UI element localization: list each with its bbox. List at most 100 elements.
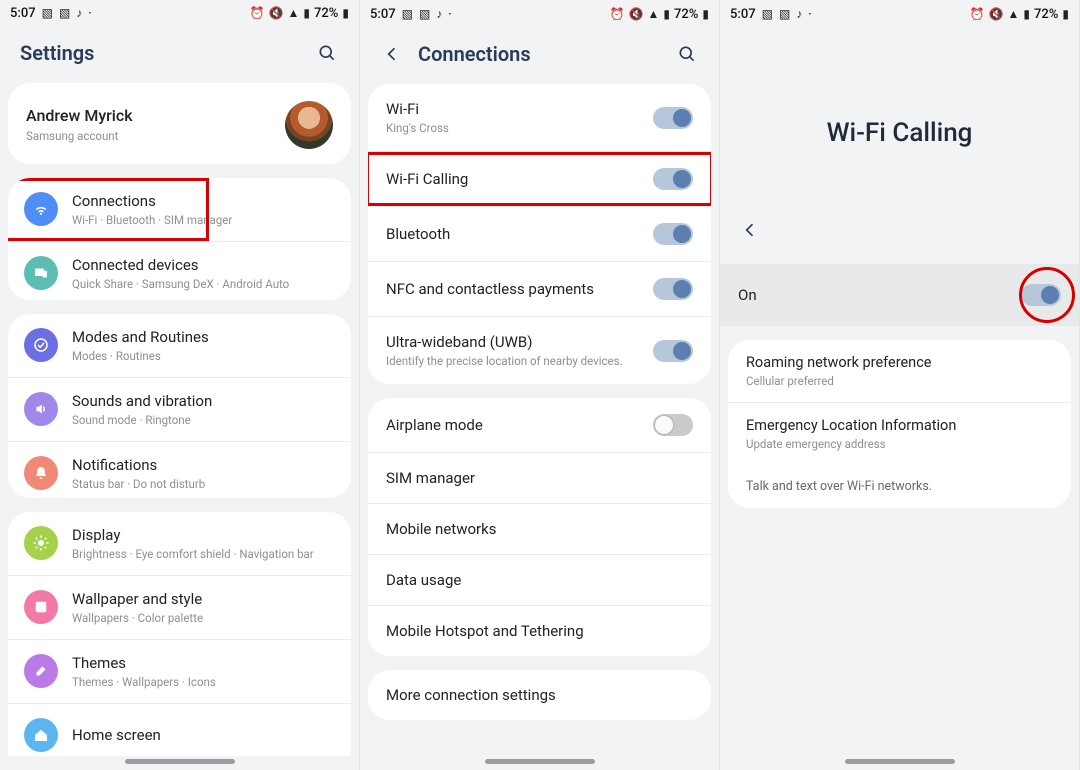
settings-group-2: Modes and Routines Modes · Routines Soun… bbox=[8, 314, 351, 498]
row-title: More connection settings bbox=[386, 686, 693, 704]
gesture-bar[interactable] bbox=[845, 759, 955, 764]
status-bar: 5:07 ▧ ▧ ♪ · ⏰ 🔇 ▲ ▮ 72% ▮ bbox=[720, 0, 1079, 28]
row-title: Connected devices bbox=[72, 256, 335, 274]
row-title: NFC and contactless payments bbox=[386, 280, 639, 298]
dot-icon: · bbox=[88, 6, 91, 20]
account-card[interactable]: Andrew Myrick Samsung account bbox=[8, 83, 351, 164]
search-icon bbox=[677, 44, 697, 64]
row-title: Home screen bbox=[72, 726, 335, 744]
row-emergency-location[interactable]: Emergency Location Information Update em… bbox=[728, 402, 1071, 465]
master-toggle-row[interactable]: On bbox=[720, 264, 1079, 326]
status-time: 5:07 bbox=[10, 6, 36, 21]
back-button[interactable] bbox=[738, 218, 762, 242]
bell-icon bbox=[24, 456, 58, 490]
search-button[interactable] bbox=[315, 41, 339, 65]
search-button[interactable] bbox=[675, 42, 699, 66]
page-title: Settings bbox=[20, 41, 94, 65]
settings-header: Settings bbox=[0, 27, 359, 83]
row-modes[interactable]: Modes and Routines Modes · Routines bbox=[8, 314, 351, 377]
on-label: On bbox=[738, 286, 1021, 304]
row-themes[interactable]: Themes Themes · Wallpapers · Icons bbox=[8, 639, 351, 703]
row-sub: Quick Share · Samsung DeX · Android Auto bbox=[72, 277, 335, 291]
row-sounds[interactable]: Sounds and vibration Sound mode · Ringto… bbox=[8, 377, 351, 441]
wfc-options: Roaming network preference Cellular pref… bbox=[728, 340, 1071, 508]
brush-icon bbox=[24, 654, 58, 688]
signal-icon: ▮ bbox=[1023, 7, 1030, 21]
row-title: Sounds and vibration bbox=[72, 392, 335, 410]
wifi-calling-master-toggle[interactable] bbox=[1021, 284, 1061, 306]
row-connected-devices[interactable]: Connected devices Quick Share · Samsung … bbox=[8, 241, 351, 300]
wifi-calling-toggle[interactable] bbox=[653, 168, 693, 190]
music-icon: ♪ bbox=[796, 7, 802, 21]
dot-icon: · bbox=[448, 7, 451, 21]
row-home-screen[interactable]: Home screen bbox=[8, 703, 351, 756]
alarm-icon: ⏰ bbox=[610, 7, 625, 21]
row-airplane[interactable]: Airplane mode bbox=[368, 398, 711, 452]
row-display[interactable]: Display Brightness · Eye comfort shield … bbox=[8, 512, 351, 575]
mute-icon: 🔇 bbox=[629, 7, 644, 21]
row-sub: Brightness · Eye comfort shield · Naviga… bbox=[72, 547, 335, 561]
row-hotspot[interactable]: Mobile Hotspot and Tethering bbox=[368, 605, 711, 656]
row-sub: Update emergency address bbox=[746, 437, 1053, 451]
row-wifi[interactable]: Wi-Fi King's Cross bbox=[368, 84, 711, 151]
row-title: Wi-Fi Calling bbox=[386, 170, 639, 188]
row-sub: Wi-Fi · Bluetooth · SIM manager bbox=[72, 213, 335, 227]
alarm-icon: ⏰ bbox=[250, 6, 265, 20]
row-title: SIM manager bbox=[386, 469, 693, 487]
gesture-bar[interactable] bbox=[125, 759, 235, 764]
nfc-toggle[interactable] bbox=[653, 278, 693, 300]
row-title: Roaming network preference bbox=[746, 354, 1053, 371]
settings-group-1: Connections Wi-Fi · Bluetooth · SIM mana… bbox=[8, 178, 351, 300]
back-button[interactable] bbox=[380, 42, 404, 66]
row-connections[interactable]: Connections Wi-Fi · Bluetooth · SIM mana… bbox=[8, 178, 351, 241]
row-title: Data usage bbox=[386, 571, 693, 589]
image-icon: ▧ bbox=[59, 6, 70, 20]
status-bar: 5:07 ▧ ▧ ♪ · ⏰ 🔇 ▲ ▮ 72% ▮ bbox=[0, 0, 359, 27]
account-sub: Samsung account bbox=[26, 129, 285, 143]
row-sub: Cellular preferred bbox=[746, 374, 1053, 388]
screen-wifi-calling: 5:07 ▧ ▧ ♪ · ⏰ 🔇 ▲ ▮ 72% ▮ Wi-Fi Calling… bbox=[720, 0, 1080, 770]
row-sub: Themes · Wallpapers · Icons bbox=[72, 675, 335, 689]
chevron-left-icon bbox=[740, 220, 760, 240]
bluetooth-toggle[interactable] bbox=[653, 223, 693, 245]
airplane-toggle[interactable] bbox=[653, 414, 693, 436]
home-icon bbox=[24, 718, 58, 752]
sun-icon bbox=[24, 526, 58, 560]
music-icon: ♪ bbox=[76, 6, 82, 20]
row-wallpaper[interactable]: Wallpaper and style Wallpapers · Color p… bbox=[8, 575, 351, 639]
sound-icon bbox=[24, 392, 58, 426]
avatar[interactable] bbox=[285, 101, 333, 149]
uwb-toggle[interactable] bbox=[653, 340, 693, 362]
row-title: Themes bbox=[72, 654, 335, 672]
row-sub: Wallpapers · Color palette bbox=[72, 611, 335, 625]
screen-settings: 5:07 ▧ ▧ ♪ · ⏰ 🔇 ▲ ▮ 72% ▮ Settings Andr… bbox=[0, 0, 360, 770]
row-sub: Modes · Routines bbox=[72, 349, 335, 363]
row-sub: King's Cross bbox=[386, 121, 639, 135]
row-more-settings[interactable]: More connection settings bbox=[368, 670, 711, 720]
row-data-usage[interactable]: Data usage bbox=[368, 554, 711, 605]
page-title: Wi-Fi Calling bbox=[720, 118, 1079, 148]
row-nfc[interactable]: NFC and contactless payments bbox=[368, 261, 711, 316]
row-title: Display bbox=[72, 526, 335, 544]
row-title: Wallpaper and style bbox=[72, 590, 335, 608]
account-name: Andrew Myrick bbox=[26, 106, 285, 125]
dot-icon: · bbox=[808, 7, 811, 21]
gesture-bar[interactable] bbox=[485, 759, 595, 764]
row-mobile-networks[interactable]: Mobile networks bbox=[368, 503, 711, 554]
status-bar: 5:07 ▧ ▧ ♪ · ⏰ 🔇 ▲ ▮ 72% ▮ bbox=[360, 0, 719, 28]
mute-icon: 🔇 bbox=[989, 7, 1004, 21]
signal-icon: ▮ bbox=[303, 6, 310, 20]
row-title: Notifications bbox=[72, 456, 335, 474]
row-roaming-pref[interactable]: Roaming network preference Cellular pref… bbox=[728, 340, 1071, 402]
signal-icon: ▮ bbox=[663, 7, 670, 21]
row-sim[interactable]: SIM manager bbox=[368, 452, 711, 503]
row-wifi-calling[interactable]: Wi-Fi Calling bbox=[368, 151, 711, 206]
row-title: Wi-Fi bbox=[386, 100, 639, 118]
image-icon: ▧ bbox=[419, 7, 430, 21]
row-notifications[interactable]: Notifications Status bar · Do not distur… bbox=[8, 441, 351, 498]
row-uwb[interactable]: Ultra-wideband (UWB) Identify the precis… bbox=[368, 316, 711, 384]
row-bluetooth[interactable]: Bluetooth bbox=[368, 206, 711, 261]
wifi-toggle[interactable] bbox=[653, 107, 693, 129]
devices-icon bbox=[24, 256, 58, 290]
big-title-wrap: Wi-Fi Calling bbox=[720, 28, 1079, 218]
